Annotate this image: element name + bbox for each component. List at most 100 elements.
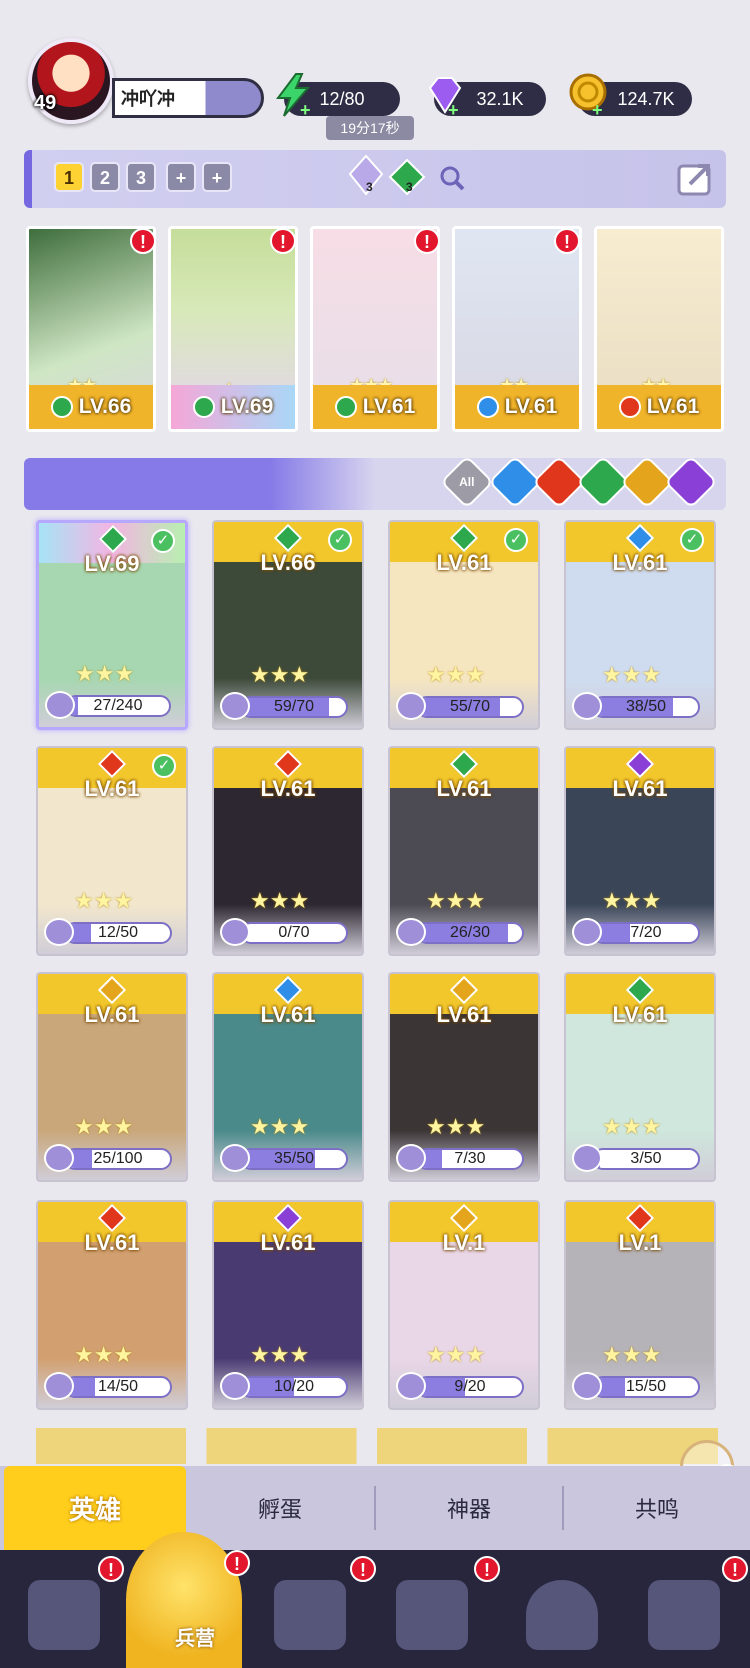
castle-nav-icon[interactable] [396,1580,468,1650]
shard-progress-bar: 10/20 [240,1376,348,1398]
hero-card[interactable]: LV.61 ★★★ 0/70 [212,746,364,956]
team-tab-1[interactable]: 1 [54,162,84,192]
hero-level: LV.61 [612,776,668,801]
alert-badge: ! [414,228,440,254]
team-tab-3[interactable]: 3 [126,162,156,192]
player-name: 冲吖冲 [121,89,175,109]
shard-progress-bar: 3/50 [592,1148,700,1170]
cards-nav-icon[interactable] [28,1580,100,1650]
alert-badge: ! [474,1556,500,1582]
hero-stars: ★★★ [250,662,310,687]
shard-icon [45,691,75,719]
hero-card[interactable]: LV.61 ★★★ 25/100 [36,972,188,1182]
team-hero-card[interactable]: ★★★LV.61 [310,226,440,432]
player-level: 49 [34,92,57,114]
banner-nav-icon[interactable] [648,1580,720,1650]
shard-progress-text: 0/70 [278,924,310,941]
shard-progress-bar: 15/50 [592,1376,700,1398]
shard-progress-bar: 7/20 [592,922,700,944]
add-team-button-2[interactable]: + [202,162,232,192]
shard-progress-bar: 55/70 [416,696,524,718]
blue-element-icon [476,396,499,418]
shard-icon [44,1144,74,1172]
hero-card[interactable]: ✓ LV.66 ★★★ 59/70 [212,520,364,730]
shard-progress-bar: 27/240 [65,695,171,717]
team-card-level: LV.66 [78,395,132,418]
hero-level: LV.61 [260,1230,316,1255]
share-icon[interactable] [676,158,718,198]
shard-icon [44,1372,74,1400]
hero-card[interactable]: LV.1 ★★★ 9/20 [388,1200,540,1410]
hero-card[interactable]: ✓ LV.61 ★★★ 38/50 [564,520,716,730]
shard-progress-bar: 26/30 [416,922,524,944]
shard-progress-text: 7/30 [454,1150,486,1167]
hero-level: LV.61 [436,550,492,575]
shard-icon [572,1144,602,1172]
hero-stars: ★★★ [602,662,662,687]
team-hero-card[interactable]: ★★LV.61 [594,226,724,432]
check-icon: ✓ [328,528,352,552]
map-nav-icon[interactable] [274,1580,346,1650]
hero-card[interactable]: ✓ LV.69 ★★★ 27/240 [36,520,188,730]
shard-icon [220,1144,250,1172]
team-hero-card[interactable]: ★LV.69 [168,226,298,432]
shard-icon [220,692,250,720]
team-card-level: LV.69 [220,395,274,418]
alert-badge: ! [722,1556,748,1582]
hero-card[interactable]: LV.61 ★★★ 7/30 [388,972,540,1182]
add-team-button[interactable]: + [166,162,196,192]
shard-progress-text: 10/20 [273,1378,315,1395]
hero-card[interactable]: LV.61 ★★★ 14/50 [36,1200,188,1410]
hero-stars: ★★★ [426,662,486,687]
team-hero-card[interactable]: ★★LV.66 [26,226,156,432]
shard-progress-text: 12/50 [97,924,139,941]
hero-level: LV.61 [436,1002,492,1027]
tab-resonance[interactable]: 共鸣 [564,1466,750,1550]
team-card-level: LV.61 [504,395,558,418]
svg-text:+: + [592,100,603,118]
shard-progress-text: 25/100 [93,1150,143,1167]
hero-stars: ★★★ [74,888,134,913]
shard-progress-bar: 12/50 [64,922,172,944]
hero-stars: ★★★ [250,1342,310,1367]
hero-card[interactable]: LV.61 ★★★ 26/30 [388,746,540,956]
hero-card[interactable]: ✓ LV.61 ★★★ 12/50 [36,746,188,956]
shard-progress-text: 35/50 [273,1150,315,1167]
tab-artifacts[interactable]: 神器 [376,1466,562,1550]
hero-level: LV.61 [612,1002,668,1027]
nav-barracks-label: 兵营 [175,1628,215,1650]
shard-progress-bar: 9/20 [416,1376,524,1398]
hero-stars: ★★★ [426,1342,486,1367]
hero-level: LV.61 [260,776,316,801]
shard-icon [44,918,74,946]
energy-value: 12/80 [319,88,365,109]
shard-progress-text: 14/50 [97,1378,139,1395]
hero-card[interactable]: LV.61 ★★★ 35/50 [212,972,364,1182]
hero-stars: ★★★ [426,1114,486,1139]
hero-stars: ★★★ [250,888,310,913]
red-element-icon [618,396,641,418]
team-hero-card[interactable]: ★★LV.61 [452,226,582,432]
shard-icon [220,1372,250,1400]
team-tab-2[interactable]: 2 [90,162,120,192]
shard-icon [396,1372,426,1400]
hero-card[interactable]: ✓ LV.61 ★★★ 55/70 [388,520,540,730]
hero-card[interactable]: LV.61 ★★★ 10/20 [212,1200,364,1410]
guild-nav-icon[interactable] [526,1580,598,1650]
hero-card[interactable]: LV.61 ★★★ 3/50 [564,972,716,1182]
search-icon[interactable] [438,164,466,192]
player-name-bar[interactable]: 冲吖冲 [112,78,264,118]
tab-hatch[interactable]: 孵蛋 [186,1466,374,1550]
svg-text:+: + [448,100,459,118]
hero-stars: ★★★ [250,1114,310,1139]
green-element-icon [334,396,357,418]
hero-card[interactable]: LV.1 ★★★ 15/50 [564,1200,716,1410]
green-element-icon [50,396,73,418]
next-row-peek [36,1428,718,1464]
shard-progress-bar: 38/50 [592,696,700,718]
hero-card[interactable]: LV.61 ★★★ 7/20 [564,746,716,956]
shard-icon [220,918,250,946]
gem-icon: + [428,77,462,118]
team-card-level: LV.61 [362,395,416,418]
hero-level: LV.61 [84,776,140,801]
